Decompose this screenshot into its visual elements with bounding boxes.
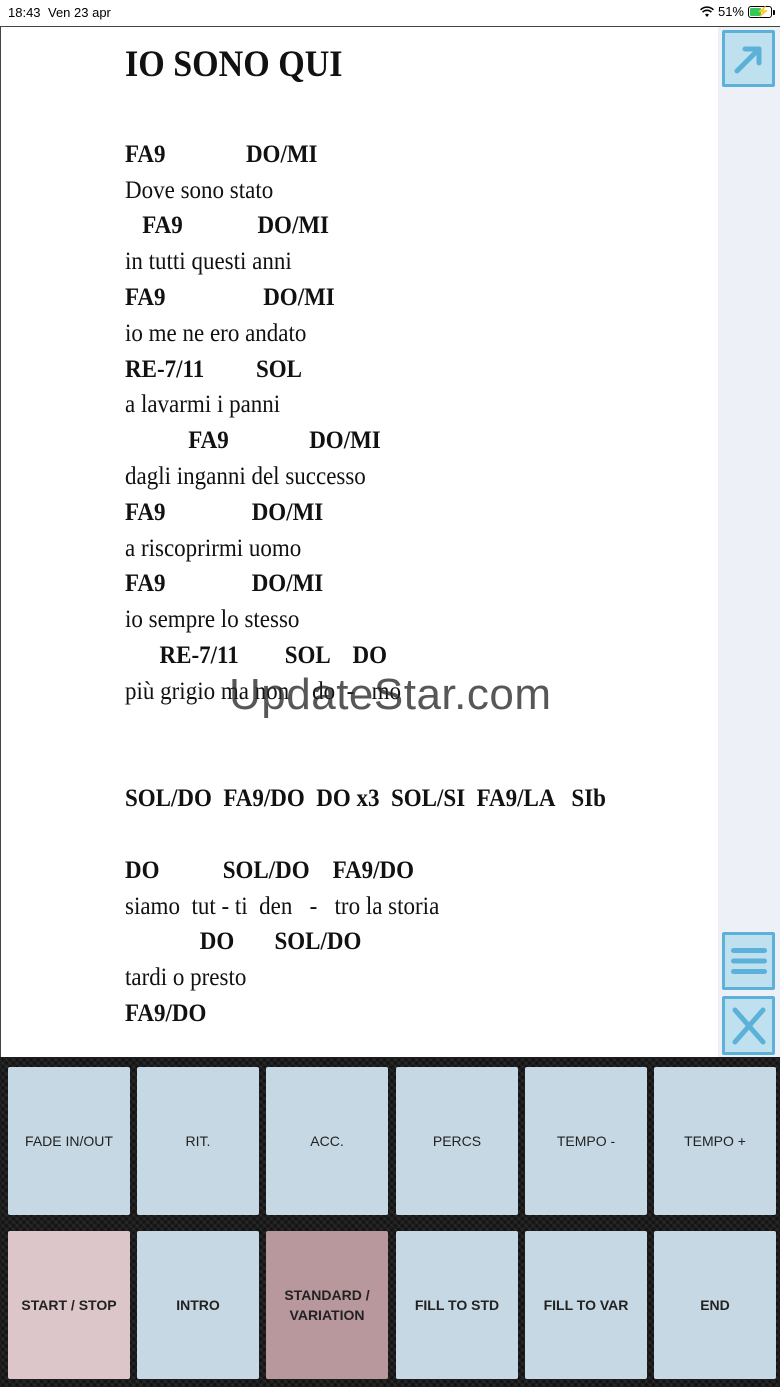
lyric-line: io me ne ero andato	[125, 319, 307, 347]
expand-button[interactable]	[722, 30, 775, 87]
chord-line: FA9 DO/MI	[125, 283, 335, 311]
chord-line: FA9 DO/MI	[125, 140, 318, 168]
tempo-minus-button[interactable]: TEMPO -	[525, 1067, 647, 1215]
status-indicators: 51% ⚡	[700, 4, 775, 19]
end-button[interactable]: END	[654, 1231, 776, 1379]
chord-line: RE-7/11 SOL DO	[125, 641, 387, 669]
status-date: Ven 23 apr	[48, 5, 111, 20]
song-lines: FA9 DO/MI Dove sono stato FA9 DO/MI in tut…	[125, 137, 715, 1032]
menu-button[interactable]	[722, 932, 775, 990]
lyric-line: a riscoprirmi uomo	[125, 534, 302, 562]
wifi-icon	[700, 5, 714, 17]
fill-to-var-button[interactable]: FILL TO VAR	[525, 1231, 647, 1379]
battery-percent: 51%	[717, 4, 744, 19]
lyric-line: dagli inganni del successo	[125, 462, 366, 490]
start-stop-button[interactable]: START / STOP	[8, 1231, 130, 1379]
standard-variation-button[interactable]: STANDARD / VARIATION	[266, 1231, 388, 1379]
chord-line: DO SOL/DO FA9/DO	[125, 856, 415, 884]
lyric-line: a lavarmi i panni	[125, 391, 281, 419]
song-viewer[interactable]: IO SONO QUI FA9 DO/MI Dove sono stato FA9…	[0, 26, 780, 1057]
rit-button[interactable]: RIT.	[137, 1067, 259, 1215]
control-pad: FADE IN/OUT RIT. ACC. PERCS TEMPO - TEMP…	[0, 1057, 780, 1387]
percs-button[interactable]: PERCS	[396, 1067, 518, 1215]
scroll-strip[interactable]	[718, 27, 780, 1057]
close-button[interactable]	[722, 996, 775, 1055]
chord-line: FA9 DO/MI	[125, 427, 381, 455]
battery-icon: ⚡	[748, 5, 775, 18]
close-x-icon	[732, 1007, 765, 1044]
chord-line: RE-7/11 SOL	[125, 355, 303, 383]
lyric-line: tardi o presto	[125, 964, 247, 992]
tempo-plus-button[interactable]: TEMPO +	[654, 1067, 776, 1215]
chord-line: DO SOL/DO	[125, 928, 362, 956]
chord-line: SOL/DO FA9/DO DO x3 SOL/SI FA9/LA SIb	[125, 785, 606, 813]
lyric-line: siamo tut - ti den - tro la storia	[125, 892, 440, 920]
status-bar: 18:43 Ven 23 apr 51% ⚡	[0, 0, 780, 26]
intro-button[interactable]: INTRO	[137, 1231, 259, 1379]
song-sheet: IO SONO QUI FA9 DO/MI Dove sono stato FA9…	[125, 41, 715, 1032]
status-time: 18:43	[8, 5, 41, 20]
fill-to-std-button[interactable]: FILL TO STD	[396, 1231, 518, 1379]
expand-arrow-icon	[734, 46, 761, 73]
acc-button[interactable]: ACC.	[266, 1067, 388, 1215]
chord-line: FA9 DO/MI	[125, 212, 330, 240]
chord-line: FA9 DO/MI	[125, 498, 324, 526]
hamburger-menu-icon	[730, 948, 767, 974]
song-title: IO SONO QUI	[125, 44, 343, 85]
chord-line: FA9 DO/MI	[125, 570, 324, 598]
lyric-line: in tutti questi anni	[125, 248, 292, 276]
lyric-line: io sempre lo stesso	[125, 606, 300, 634]
lyric-line: Dove sono stato	[125, 176, 274, 204]
chord-line: FA9/DO	[125, 999, 207, 1027]
watermark: UpdateStar.com	[229, 670, 552, 719]
fade-in-out-button[interactable]: FADE IN/OUT	[8, 1067, 130, 1215]
